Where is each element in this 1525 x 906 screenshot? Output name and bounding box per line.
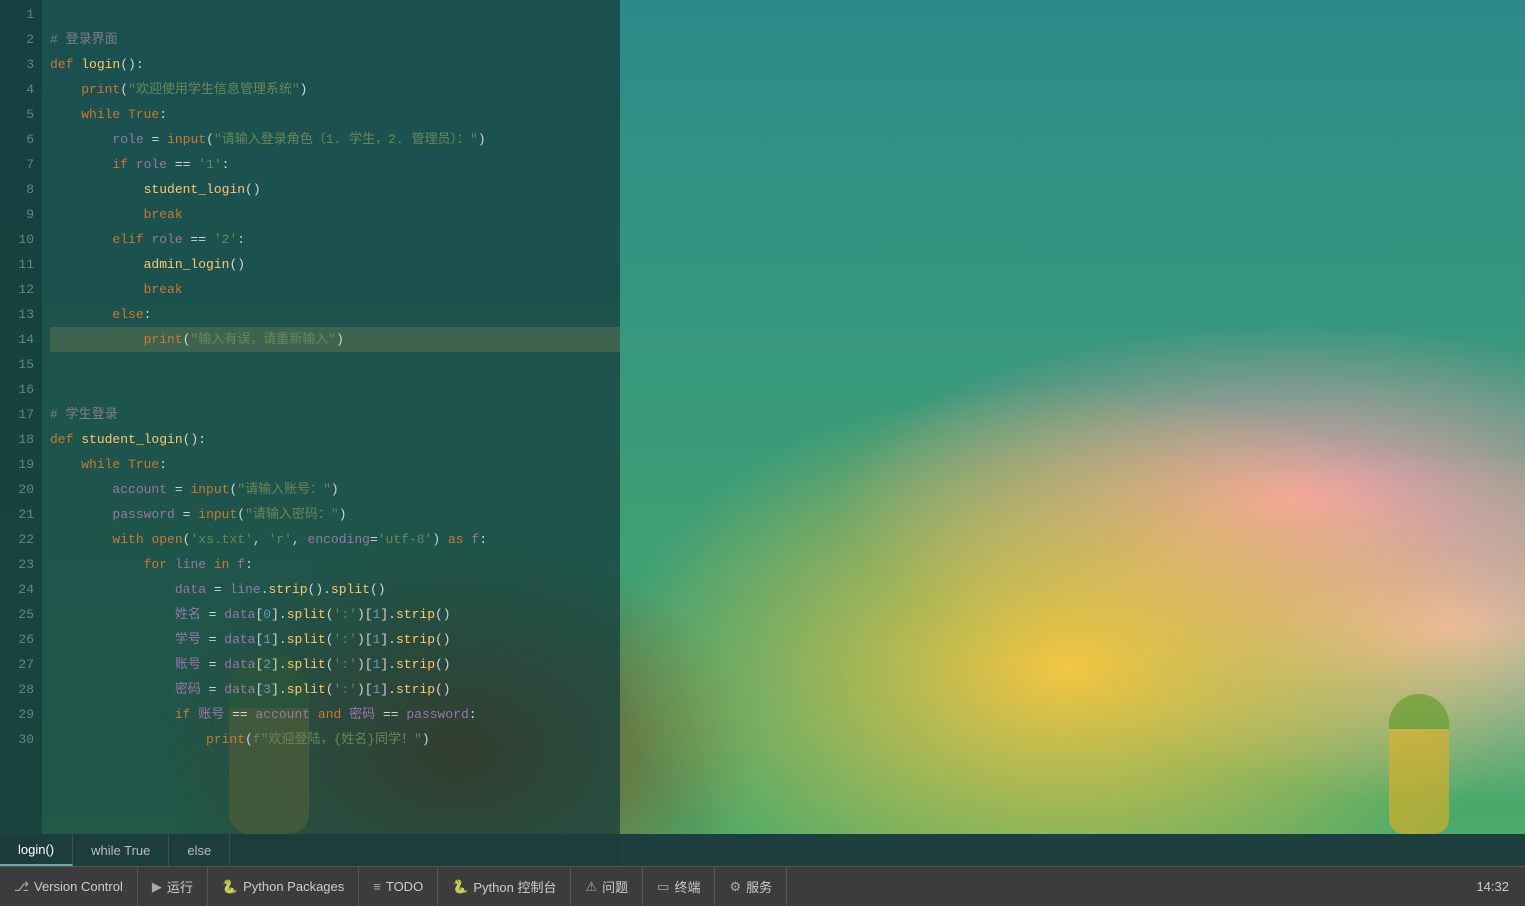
version-control-button[interactable]: ⎇ Version Control — [0, 867, 138, 906]
line-num: 12 — [0, 277, 34, 302]
line-num: 13 — [0, 302, 34, 327]
line-num: 2 — [0, 27, 34, 52]
code-line-25: 姓名 = data[0].split(':')[1].strip() — [50, 602, 620, 627]
line-num: 4 — [0, 77, 34, 102]
line-numbers: 1 2 3 4 5 6 7 8 9 10 11 12 13 14 15 16 1… — [0, 0, 42, 866]
code-line-30: print(f"欢迎登陆，{姓名}同学！") — [50, 727, 620, 752]
line-num: 24 — [0, 577, 34, 602]
services-button[interactable]: ⚙ 服务 — [715, 867, 787, 906]
bottom-tabs: login() while True else — [0, 834, 1525, 866]
code-line-19: while True: — [50, 452, 620, 477]
problems-label: 问题 — [602, 877, 628, 896]
code-line-16 — [50, 377, 620, 402]
line-num: 8 — [0, 177, 34, 202]
line-num: 15 — [0, 352, 34, 377]
code-line-20: account = input("请输入账号：") — [50, 477, 620, 502]
line-num: 11 — [0, 252, 34, 277]
status-bar: ⎇ Version Control ▶ 运行 🐍 Python Packages… — [0, 866, 1525, 906]
code-line-2: # 登录界面 — [50, 27, 620, 52]
code-line-28: 密码 = data[3].split(':')[1].strip() — [50, 677, 620, 702]
terminal-icon: ▭ — [657, 879, 669, 895]
python-packages-icon: 🐍 — [222, 879, 238, 895]
code-line-1 — [50, 2, 620, 27]
todo-icon: ≡ — [373, 879, 381, 894]
line-num: 19 — [0, 452, 34, 477]
code-line-26: 学号 = data[1].split(':')[1].strip() — [50, 627, 620, 652]
line-num: 28 — [0, 677, 34, 702]
todo-label: TODO — [386, 879, 423, 894]
line-num: 25 — [0, 602, 34, 627]
line-num: 6 — [0, 127, 34, 152]
code-line-6: role = input("请输入登录角色（1. 学生，2. 管理员）：") — [50, 127, 620, 152]
python-packages-button[interactable]: 🐍 Python Packages — [208, 867, 359, 906]
code-line-12: break — [50, 277, 620, 302]
code-editor: 1 2 3 4 5 6 7 8 9 10 11 12 13 14 15 16 1… — [0, 0, 620, 866]
terminal-label: 终端 — [674, 877, 700, 896]
code-line-24: data = line.strip().split() — [50, 577, 620, 602]
code-line-17: # 学生登录 — [50, 402, 620, 427]
python-console-icon: 🐍 — [452, 879, 468, 895]
line-num: 22 — [0, 527, 34, 552]
clock: 14:32 — [1476, 879, 1509, 894]
line-num: 29 — [0, 702, 34, 727]
python-console-label: Python 控制台 — [473, 877, 556, 896]
code-line-18: def student_login(): — [50, 427, 620, 452]
code-text[interactable]: # 登录界面 def login(): print("欢迎使用学生信息管理系统"… — [42, 0, 620, 866]
line-num: 10 — [0, 227, 34, 252]
line-num: 9 — [0, 202, 34, 227]
bottom-tab-else[interactable]: else — [169, 834, 230, 866]
line-num: 16 — [0, 377, 34, 402]
services-icon: ⚙ — [729, 879, 741, 895]
code-line-5: while True: — [50, 102, 620, 127]
line-num: 20 — [0, 477, 34, 502]
run-button[interactable]: ▶ 运行 — [138, 867, 208, 906]
line-num: 14 — [0, 327, 34, 352]
code-line-7: if role == '1': — [50, 152, 620, 177]
python-packages-label: Python Packages — [243, 879, 344, 894]
run-label: 运行 — [167, 877, 193, 896]
line-num: 18 — [0, 427, 34, 452]
todo-button[interactable]: ≡ TODO — [359, 867, 438, 906]
run-icon: ▶ — [152, 879, 162, 895]
bottom-tab-login[interactable]: login() — [0, 834, 73, 866]
code-line-23: for line in f: — [50, 552, 620, 577]
code-line-27: 账号 = data[2].split(':')[1].strip() — [50, 652, 620, 677]
line-num: 26 — [0, 627, 34, 652]
code-line-21: password = input("请输入密码：") — [50, 502, 620, 527]
time-display: 14:32 — [1476, 879, 1525, 894]
line-num: 17 — [0, 402, 34, 427]
python-console-button[interactable]: 🐍 Python 控制台 — [438, 867, 571, 906]
version-control-icon: ⎇ — [14, 879, 29, 895]
terminal-button[interactable]: ▭ 终端 — [643, 867, 715, 906]
line-num: 5 — [0, 102, 34, 127]
line-num: 23 — [0, 552, 34, 577]
line-num: 21 — [0, 502, 34, 527]
version-control-label: Version Control — [34, 879, 123, 894]
code-line-11: admin_login() — [50, 252, 620, 277]
services-label: 服务 — [746, 877, 772, 896]
code-line-29: if 账号 == account and 密码 == password: — [50, 702, 620, 727]
code-line-9: break — [50, 202, 620, 227]
code-line-22: with open('xs.txt', 'r', encoding='utf-8… — [50, 527, 620, 552]
code-line-14: print("输入有误，请重新输入") — [50, 327, 620, 352]
line-num: 1 — [0, 2, 34, 27]
line-num: 27 — [0, 652, 34, 677]
problems-icon: ⚠ — [585, 879, 597, 895]
line-num: 3 — [0, 52, 34, 77]
problems-button[interactable]: ⚠ 问题 — [571, 867, 643, 906]
code-line-13: else: — [50, 302, 620, 327]
code-line-10: elif role == '2': — [50, 227, 620, 252]
code-line-3: def login(): — [50, 52, 620, 77]
bottom-tab-while[interactable]: while True — [73, 834, 169, 866]
code-line-15 — [50, 352, 620, 377]
line-num: 7 — [0, 152, 34, 177]
line-num: 30 — [0, 727, 34, 752]
code-line-4: print("欢迎使用学生信息管理系统") — [50, 77, 620, 102]
code-line-8: student_login() — [50, 177, 620, 202]
